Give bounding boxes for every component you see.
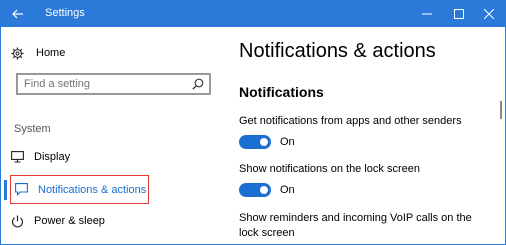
message-icon (15, 183, 28, 196)
toggle-state-label: On (280, 184, 295, 196)
lock-screen-toggle[interactable] (239, 183, 271, 197)
lock-screen-toggle-row[interactable]: On (239, 182, 295, 198)
search-input[interactable] (24, 77, 184, 91)
app-notifications-toggle[interactable] (239, 135, 271, 149)
sidebar: Home System Display Notifications & acti… (1, 27, 223, 244)
sidebar-item-label: Power & sleep (34, 215, 105, 227)
window-title: Settings (45, 7, 85, 19)
system-section-label: System (14, 123, 51, 135)
page-title: Notifications & actions (239, 40, 436, 62)
selection-indicator (4, 180, 7, 200)
home-link[interactable]: Home (11, 44, 131, 62)
content-pane: Notifications & actions Notifications Ge… (239, 27, 497, 244)
sidebar-item-label: Display (34, 151, 71, 163)
sidebar-item-display[interactable]: Display (11, 144, 211, 170)
settings-window: Settings Home Find a setting System Disp… (0, 0, 506, 245)
maximize-button[interactable] (443, 1, 475, 27)
setting-label-lock-screen: Show notifications on the lock screen (239, 163, 420, 175)
sidebar-item-power[interactable]: Power & sleep (11, 208, 211, 234)
toggle-state-label: On (280, 136, 295, 148)
gear-icon (11, 46, 24, 60)
scrollbar-thumb[interactable] (500, 101, 502, 119)
close-icon (484, 9, 494, 19)
sidebar-item-notifications[interactable]: Notifications & actions (10, 175, 149, 204)
minimize-icon (422, 13, 432, 15)
search-box[interactable] (16, 73, 211, 95)
title-bar: Settings (1, 1, 505, 27)
section-title: Notifications (239, 84, 324, 100)
search-icon (192, 78, 204, 90)
toggle-knob (260, 138, 268, 146)
close-button[interactable] (473, 1, 505, 27)
home-label: Home (36, 47, 66, 59)
maximize-icon (454, 9, 464, 19)
minimize-button[interactable] (411, 1, 443, 27)
app-notifications-toggle-row[interactable]: On (239, 134, 295, 150)
setting-label-reminders-voip: Show reminders and incoming VoIP calls o… (239, 212, 472, 239)
toggle-knob (260, 186, 268, 194)
monitor-icon (11, 151, 24, 163)
power-icon (11, 215, 24, 227)
setting-label-app-notifications: Get notifications from apps and other se… (239, 115, 462, 127)
sidebar-item-label: Notifications & actions (38, 183, 147, 196)
back-button[interactable] (1, 1, 35, 27)
back-icon (12, 9, 23, 19)
